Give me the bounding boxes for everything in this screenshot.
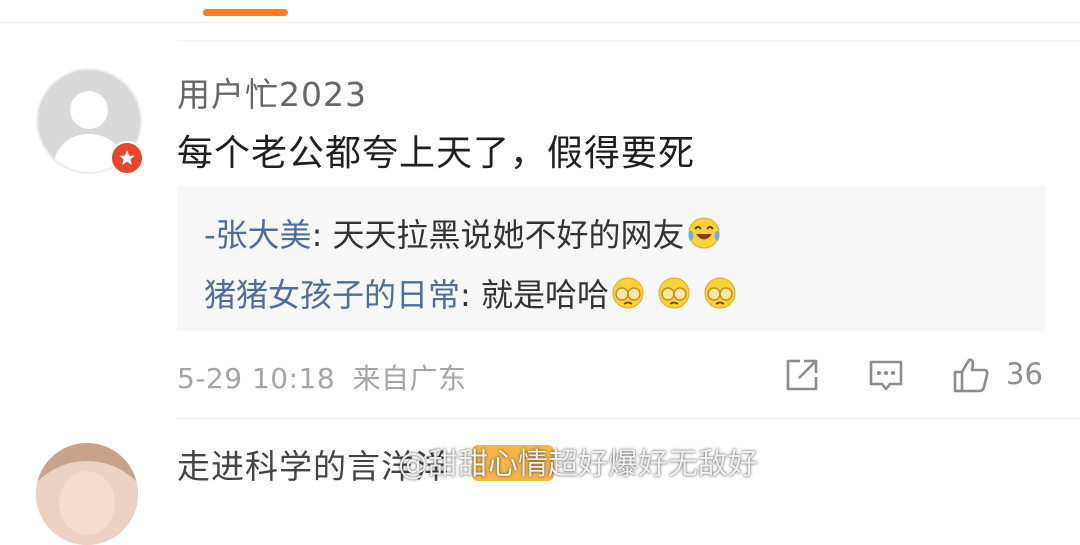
comment-username[interactable]: 用户忙2023 xyxy=(177,68,367,116)
comment-text: 每个老公都夸上天了，假得要死 xyxy=(177,133,696,174)
reply-item[interactable]: -张大美: 天天拉黑说她不好的网友 xyxy=(204,210,721,256)
like-icon[interactable] xyxy=(951,355,991,395)
verified-badge-icon xyxy=(110,141,144,175)
facepalm-emoji-icon xyxy=(612,277,644,309)
reply-author[interactable]: -张大美 xyxy=(204,210,312,256)
comment-timestamp: 5-29 10:18 xyxy=(177,362,336,395)
divider-header xyxy=(177,40,1080,41)
avatar[interactable] xyxy=(36,443,138,545)
comment-meta: 5-29 10:18 来自广东 xyxy=(177,357,467,397)
reply-icon[interactable] xyxy=(866,355,906,395)
reply-text: : 就是哈哈 xyxy=(460,276,609,314)
active-tab-indicator xyxy=(203,9,288,16)
watermark: @甜甜心情超好爆好无敌好 xyxy=(398,447,758,482)
facepalm-emoji-icon xyxy=(704,277,736,309)
comment-location: 来自广东 xyxy=(352,362,467,395)
like-count: 36 xyxy=(1006,357,1043,391)
divider-comment xyxy=(177,418,1080,419)
reply-text: : 天天拉黑说她不好的网友 xyxy=(311,216,685,254)
share-icon[interactable] xyxy=(782,355,822,395)
user-photo-avatar xyxy=(36,443,138,545)
reply-author[interactable]: 猪猪女孩子的日常 xyxy=(204,270,460,316)
reply-item[interactable]: 猪猪女孩子的日常: 就是哈哈 xyxy=(204,270,737,316)
divider-top xyxy=(0,22,1080,23)
laughing-tears-emoji-icon xyxy=(688,217,720,249)
reply-thread[interactable]: -张大美: 天天拉黑说她不好的网友 猪猪女孩子的日常: 就是哈哈 xyxy=(177,186,1045,331)
facepalm-emoji-icon xyxy=(658,277,690,309)
